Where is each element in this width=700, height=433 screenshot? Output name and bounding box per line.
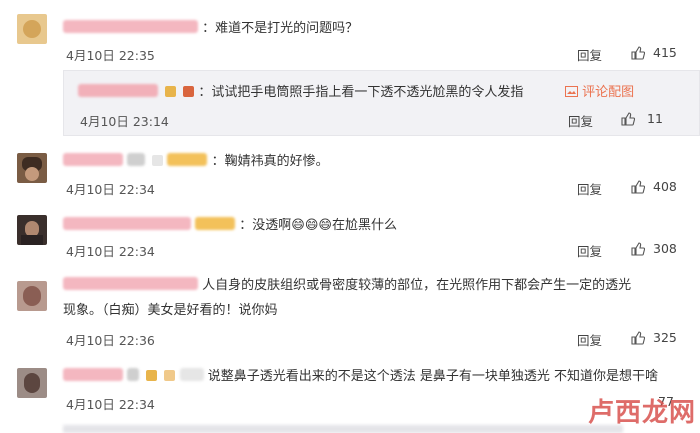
next-comment-preview	[63, 425, 623, 433]
avatar[interactable]	[17, 14, 47, 44]
image-icon	[565, 86, 578, 97]
comment-time: 4月10日 23:14	[80, 114, 169, 129]
comment-text: ：没透啊😄😄😄在尬黑什么	[239, 218, 397, 233]
user-badge-icon	[152, 155, 164, 166]
reply-button[interactable]: 回复	[577, 330, 602, 349]
avatar[interactable]	[17, 368, 47, 398]
thumbs-up-icon[interactable]	[631, 242, 645, 256]
thumbs-up-icon[interactable]	[631, 46, 645, 60]
blurred-username	[127, 153, 146, 166]
comment-header: ：没透啊😄😄😄在尬黑什么	[63, 217, 397, 234]
thumbs-up-icon[interactable]	[631, 180, 645, 194]
reply-button[interactable]: 回复	[568, 111, 593, 130]
comment-header: 说整鼻子透光看出来的不是这个透法 是鼻子有一块单独透光 不知道你是想干啥	[63, 368, 658, 385]
blurred-username[interactable]	[63, 217, 191, 230]
blurred-username[interactable]	[63, 153, 123, 166]
like-count: 325	[653, 330, 677, 345]
blurred-username[interactable]	[78, 84, 158, 97]
blurred-username	[127, 368, 140, 381]
vip-badge-icon	[167, 153, 208, 166]
comment-header: 人自身的皮肤组织或骨密度较薄的部位，在光照作用下都会产生一定的透光	[63, 277, 631, 294]
comment-text-continued: 现象。（白痴）美女是好看的！说你妈	[63, 303, 278, 318]
comment-text: ：鞠婧祎真的好惨。	[211, 154, 329, 169]
comment-time: 4月10日 22:34	[66, 182, 155, 197]
comment-time: 4月10日 22:34	[66, 244, 155, 259]
comment-header: ：鞠婧祎真的好惨。	[63, 153, 329, 170]
sub-reply-box: ：试试把手电筒照手指上看一下透不透光尬黑的令人发指 评论配图 4月10日 23:…	[63, 70, 700, 136]
comment-item: 人自身的皮肤组织或骨密度较薄的部位，在光照作用下都会产生一定的透光 现象。（白痴…	[0, 267, 700, 351]
reply-button[interactable]: 回复	[577, 179, 602, 198]
user-badge-icon	[165, 86, 177, 97]
like-count: 415	[653, 45, 677, 60]
comment-item: ：难道不是打光的问题吗？ 4月10日 22:35 回复 415	[0, 0, 700, 66]
user-badge-icon	[164, 370, 176, 381]
like-count: 11	[647, 111, 663, 126]
comment-item: ：鞠婧祎真的好惨。 4月10日 22:34 回复 408	[0, 143, 700, 203]
comment-text: 人自身的皮肤组织或骨密度较薄的部位，在光照作用下都会产生一定的透光	[202, 278, 632, 293]
user-badge-icon	[183, 86, 195, 97]
sub-reply-header: ：试试把手电筒照手指上看一下透不透光尬黑的令人发指	[78, 84, 523, 101]
avatar[interactable]	[17, 281, 47, 311]
comment-text: ：难道不是打光的问题吗？	[202, 21, 359, 36]
comment-time: 4月10日 22:35	[66, 48, 155, 63]
thumbs-up-icon[interactable]	[631, 331, 645, 345]
like-count: 308	[653, 241, 677, 256]
reply-button[interactable]: 回复	[577, 241, 602, 260]
sub-reply-text: ：试试把手电筒照手指上看一下透不透光尬黑的令人发指	[198, 85, 524, 100]
reply-button[interactable]: 回复	[577, 45, 602, 64]
thumbs-up-icon[interactable]	[621, 112, 635, 126]
blurred-username[interactable]	[63, 277, 198, 290]
avatar[interactable]	[17, 153, 47, 183]
comment-time: 4月10日 22:34	[66, 397, 155, 412]
blurred-username	[179, 368, 204, 381]
comment-image-link[interactable]: 评论配图	[565, 85, 634, 101]
comment-time: 4月10日 22:36	[66, 333, 155, 348]
blurred-username[interactable]	[63, 368, 123, 381]
user-badge-icon	[146, 370, 158, 381]
comment-header: ：难道不是打光的问题吗？	[63, 20, 358, 37]
vip-badge-icon	[195, 217, 236, 230]
comment-item: ：没透啊😄😄😄在尬黑什么 4月10日 22:34 回复 308	[0, 205, 700, 265]
watermark: 卢西龙网	[587, 398, 696, 428]
comment-text: 说整鼻子透光看出来的不是这个透法 是鼻子有一块单独透光 不知道你是想干啥	[207, 369, 658, 384]
avatar[interactable]	[17, 215, 47, 245]
like-count: 408	[653, 179, 677, 194]
blurred-username[interactable]	[63, 20, 198, 33]
